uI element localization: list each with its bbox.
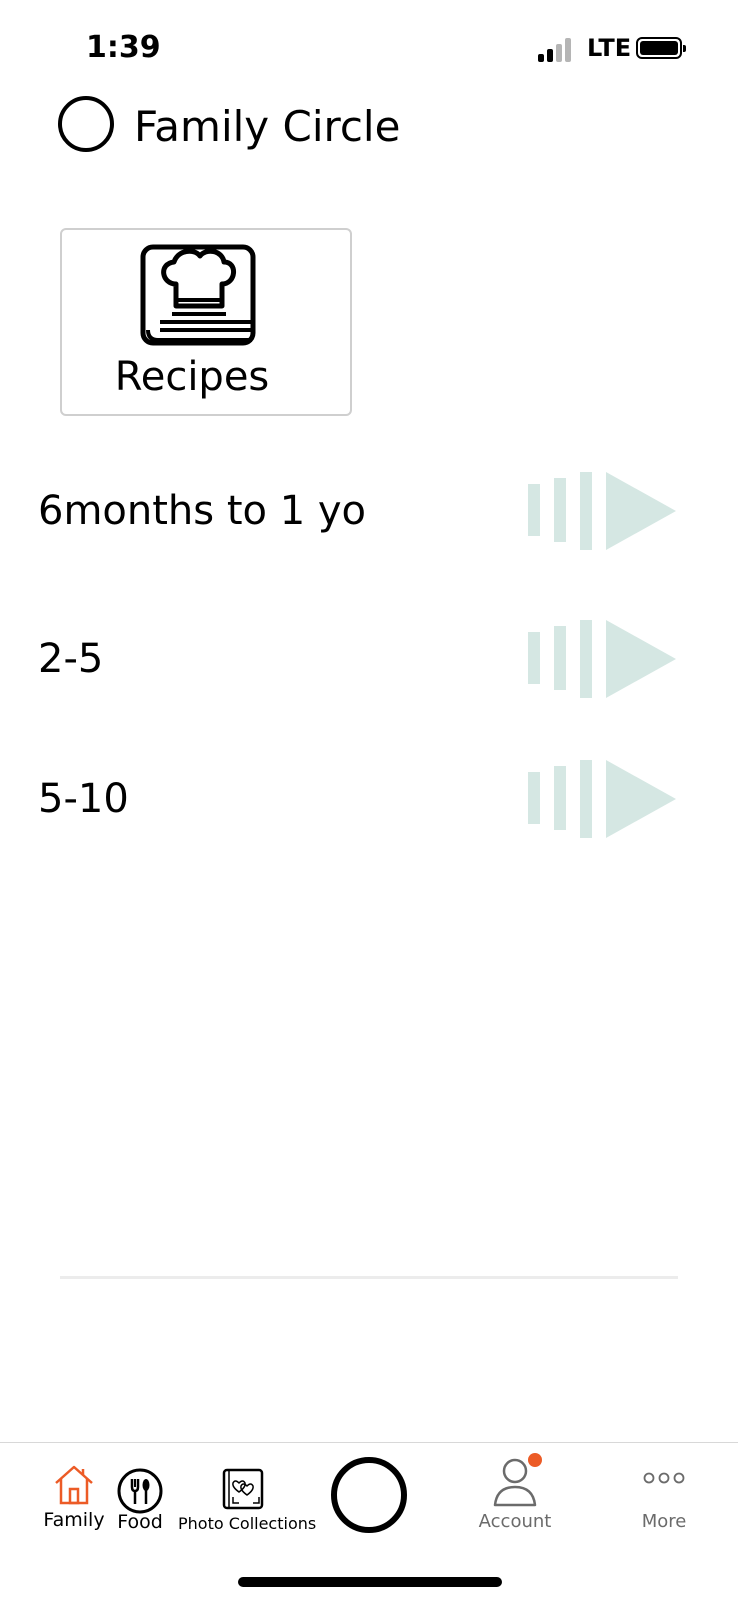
page-title: Family Circle (134, 102, 401, 151)
utensils-icon (117, 1468, 163, 1514)
tab-account-label: Account (478, 1511, 552, 1532)
circle-icon (331, 1457, 407, 1533)
play-icon[interactable] (528, 618, 680, 700)
recipes-card[interactable]: Recipes (60, 228, 352, 416)
home-indicator (238, 1577, 502, 1587)
tab-photo-collections[interactable]: Photo Collections (178, 1443, 317, 1543)
tab-photos-label: Photo Collections (178, 1514, 317, 1533)
age-group-row[interactable]: 2-5 (38, 618, 698, 708)
age-group-label: 6months to 1 yo (38, 488, 367, 534)
battery-icon (636, 37, 686, 59)
more-dots-icon (643, 1472, 685, 1484)
network-type: LTE (587, 34, 632, 62)
age-group-label: 5-10 (38, 776, 129, 822)
notification-dot (528, 1453, 542, 1467)
divider (60, 1276, 678, 1279)
tab-food-label: Food (117, 1511, 163, 1533)
status-time: 1:39 (86, 30, 161, 65)
chef-book-icon (140, 244, 256, 346)
tab-account[interactable]: Account (470, 1443, 560, 1543)
age-group-row[interactable]: 5-10 (38, 758, 698, 848)
tab-food[interactable]: Food (110, 1443, 170, 1543)
play-icon[interactable] (528, 758, 680, 840)
photo-album-icon (222, 1468, 264, 1510)
circle-logo-icon[interactable] (58, 96, 114, 152)
recipes-label: Recipes (114, 354, 270, 400)
tab-family-label: Family (43, 1509, 105, 1531)
tab-more[interactable]: More (624, 1443, 704, 1543)
age-group-label: 2-5 (38, 636, 104, 682)
signal-icon (538, 38, 578, 62)
play-icon[interactable] (528, 470, 680, 552)
tab-more-label: More (641, 1511, 687, 1532)
age-group-row[interactable]: 6months to 1 yo (38, 470, 698, 560)
tab-family[interactable]: Family (38, 1443, 110, 1543)
home-icon (55, 1465, 93, 1505)
tab-center[interactable] (330, 1443, 408, 1543)
status-bar: 1:39 LTE (0, 0, 738, 90)
